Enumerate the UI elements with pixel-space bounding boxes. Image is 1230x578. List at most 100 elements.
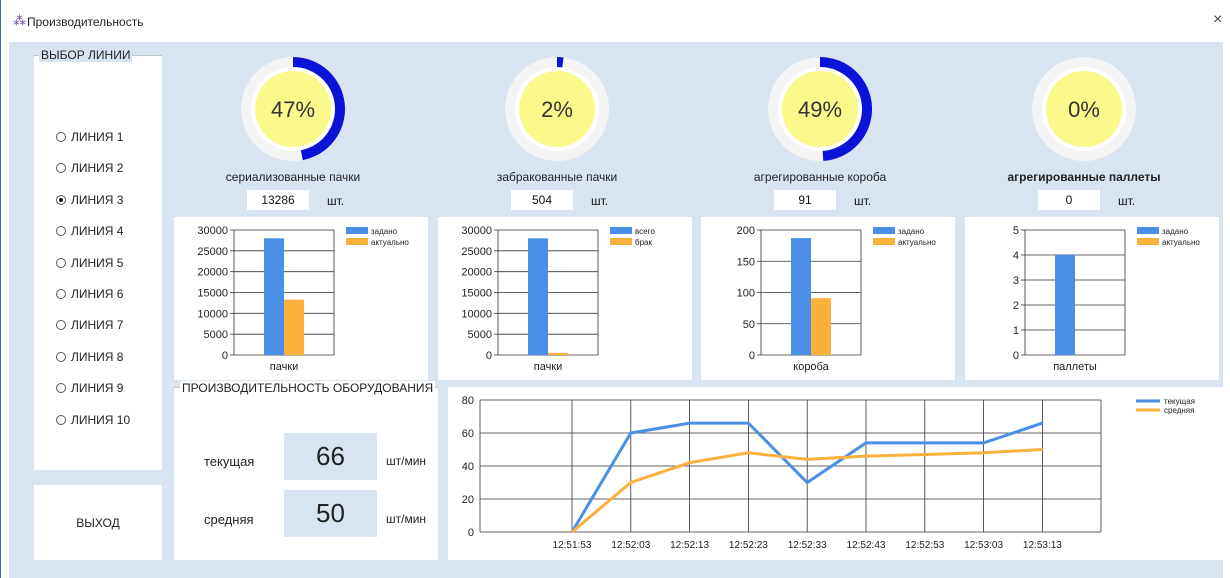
line-radio-2[interactable]: ЛИНИЯ 2: [56, 161, 123, 175]
y-tick-label: 5000: [468, 329, 492, 341]
radio-button-icon[interactable]: [56, 414, 66, 425]
legend-label: актуально: [898, 238, 936, 247]
gauge-percent-text: 0%: [1068, 97, 1100, 122]
radio-button-icon[interactable]: [56, 351, 66, 362]
legend-label: средняя: [1164, 406, 1194, 415]
average-value: 50: [284, 490, 377, 537]
radio-button-icon[interactable]: [56, 383, 66, 394]
line-radio-1[interactable]: ЛИНИЯ 1: [56, 130, 123, 144]
average-unit: шт/мин: [386, 512, 427, 526]
legend-swatch: [1137, 227, 1159, 234]
bar-актуально: [811, 298, 831, 355]
radio-button-icon[interactable]: [56, 257, 66, 268]
y-tick-label: 0: [486, 350, 492, 362]
radio-button-icon[interactable]: [56, 194, 66, 205]
average-label: средняя: [204, 512, 254, 527]
line-radio-7[interactable]: ЛИНИЯ 7: [56, 318, 123, 332]
bar-задано: [264, 238, 284, 355]
line-radio-3[interactable]: ЛИНИЯ 3: [56, 193, 123, 207]
radio-label: ЛИНИЯ 8: [71, 349, 124, 364]
metric-value-1: 13286: [247, 190, 309, 210]
legend-label: актуально: [371, 238, 409, 247]
y-tick-label: 10000: [461, 308, 492, 320]
line-radio-6[interactable]: ЛИНИЯ 6: [56, 287, 123, 301]
metric-label-1: сериализованные пачки: [225, 170, 361, 184]
y-tick-label: 10000: [197, 308, 228, 320]
y-tick-label: 5000: [204, 329, 228, 341]
y-tick-label: 20: [462, 494, 474, 506]
radio-label: ЛИНИЯ 4: [71, 224, 124, 239]
radio-button-icon[interactable]: [56, 226, 66, 237]
exit-button[interactable]: ВЫХОД: [34, 485, 162, 560]
gauge-svg: 47%: [241, 57, 346, 161]
bar-chart-panel-3: 200 150 100 50 0 задано актуально короба: [701, 217, 955, 380]
line-radio-9[interactable]: ЛИНИЯ 9: [56, 381, 123, 395]
y-tick-label: 150: [737, 256, 755, 268]
radio-label: ЛИНИЯ 9: [71, 381, 124, 396]
gauge-svg: 49%: [768, 56, 873, 161]
line-radio-5[interactable]: ЛИНИЯ 5: [56, 256, 123, 270]
bar-chart-panel-4: 5 4 3 2 1 0 задано актуально паллеты: [965, 217, 1219, 380]
radio-label: ЛИНИЯ 10: [71, 412, 131, 427]
line-radio-4[interactable]: ЛИНИЯ 4: [56, 224, 123, 238]
legend-swatch: [346, 238, 368, 245]
gauge-3: 49%: [768, 56, 873, 161]
radio-button-icon[interactable]: [56, 132, 66, 142]
legend-label: задано: [1162, 227, 1189, 236]
bar-chart-panel-1: 30000 25000 20000 15000 10000 5000 0 задано акту…: [174, 217, 428, 380]
gauge-2: 2%: [505, 57, 609, 161]
y-tick-label: 0: [749, 350, 755, 362]
radio-label: ЛИНИЯ 6: [71, 287, 124, 301]
y-tick-label: 100: [737, 288, 755, 300]
radio-button-icon[interactable]: [56, 163, 66, 174]
title-bar: ⁂ Производительность ×: [1, 0, 1230, 42]
line-radio-10[interactable]: ЛИНИЯ 10: [56, 413, 130, 427]
performance-legend: ПРОИЗВОДИТЕЛЬНОСТЬ ОБОРУДОВАНИЯ: [180, 381, 436, 395]
gauge-percent-text: 2%: [541, 97, 573, 122]
radio-button-icon[interactable]: [56, 320, 66, 331]
y-tick-label: 50: [743, 319, 755, 331]
legend-label: всего: [635, 227, 655, 236]
y-tick-label: 3: [1013, 275, 1019, 287]
y-tick-label: 25000: [461, 246, 492, 258]
bar-chart-svg: 30000 25000 20000 15000 10000 5000 0 задано акту…: [197, 225, 409, 373]
bar-chart-svg: 200 150 100 50 0 задано актуально короба: [737, 225, 937, 373]
x-category-label: короба: [793, 361, 829, 373]
y-tick-label: 5: [1013, 225, 1019, 237]
y-tick-label: 15000: [197, 288, 228, 300]
radio-button-icon[interactable]: [56, 289, 66, 299]
x-tick-label: 12:52:43: [847, 540, 886, 551]
legend-swatch: [873, 238, 895, 245]
y-tick-label: 30000: [197, 225, 228, 237]
x-tick-label: 12:52:53: [905, 540, 944, 551]
gauge-1: 47%: [241, 57, 346, 161]
legend-swatch: [610, 238, 632, 245]
y-tick-label: 2: [1013, 300, 1019, 312]
bar-chart-svg: 5 4 3 2 1 0 задано актуально паллеты: [1013, 225, 1201, 373]
bar-актуально: [284, 299, 304, 355]
gauge-svg: 2%: [505, 57, 609, 161]
metric-value-2: 504: [511, 190, 573, 210]
gauge-percent-text: 47%: [271, 97, 315, 122]
radio-label: ЛИНИЯ 5: [71, 255, 124, 270]
y-tick-label: 60: [462, 428, 474, 440]
close-icon[interactable]: ×: [1213, 11, 1222, 29]
gauge-svg: 0%: [1032, 57, 1136, 161]
legend-swatch: [610, 227, 632, 234]
current-value: 66: [284, 433, 377, 480]
metric-value-3: 91: [774, 190, 836, 210]
y-tick-label: 4: [1013, 250, 1019, 262]
metric-value-4: 0: [1038, 190, 1100, 210]
legend-label: актуально: [1162, 238, 1200, 247]
y-tick-label: 0: [222, 350, 228, 362]
x-category-label: пачки: [534, 361, 563, 373]
x-category-label: паллеты: [1053, 361, 1097, 373]
y-tick-label: 25000: [197, 246, 228, 258]
performance-panel: ПРОИЗВОДИТЕЛЬНОСТЬ ОБОРУДОВАНИЯ текущая …: [174, 381, 438, 560]
bar-брак: [548, 352, 568, 355]
x-tick-label: 12:52:33: [788, 540, 827, 551]
line-radio-8[interactable]: ЛИНИЯ 8: [56, 350, 123, 364]
legend-swatch: [346, 227, 368, 234]
legend-label: брак: [635, 238, 652, 247]
current-unit: шт/мин: [386, 454, 427, 468]
